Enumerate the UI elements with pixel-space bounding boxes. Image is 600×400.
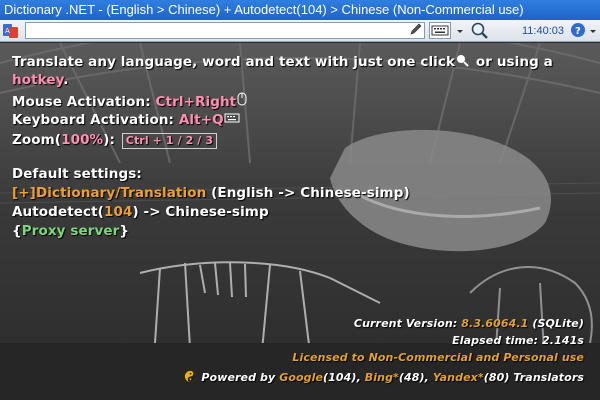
hotkey-link[interactable]: hotkey xyxy=(12,72,63,88)
proxy-line: {Proxy server} xyxy=(12,223,129,239)
autodetect-prefix: Autodetect( xyxy=(12,204,104,220)
dictionary-translation-link[interactable]: [+]Dictionary/Translation xyxy=(12,185,206,201)
translation-panel: Translate any language, word and text wi… xyxy=(0,43,600,400)
autodetect-count[interactable]: 104 xyxy=(104,204,132,220)
help-menu-chevron-down-icon[interactable] xyxy=(588,23,598,39)
clock-display: 11:40:03 xyxy=(522,25,565,37)
title-bar: Dictionary .NET - (English > Chinese) + … xyxy=(0,0,600,20)
mouse-icon xyxy=(237,92,247,106)
intro-line-1: Translate any language, word and text wi… xyxy=(12,53,553,70)
mouse-activation-value[interactable]: Ctrl+Right xyxy=(156,94,237,110)
proxy-brace-open: { xyxy=(12,223,22,239)
magnifier-cursor-icon xyxy=(457,55,469,67)
or-using-text: or using a xyxy=(475,54,553,70)
default-settings-text: Default settings: xyxy=(12,166,142,182)
keyboard-small-icon xyxy=(224,113,240,123)
powered-by-line: Powered by Google(104), Bing*(48), Yande… xyxy=(184,370,584,384)
search-input[interactable] xyxy=(28,23,408,38)
keyboard-activation-value[interactable]: Alt+Q xyxy=(179,112,224,128)
bing-count: (48), xyxy=(398,371,429,384)
yinyang-icon xyxy=(185,370,197,383)
intro-text: Translate any language, word and text wi… xyxy=(12,54,456,70)
keyboard-icon xyxy=(431,25,449,36)
dictionary-line: [+]Dictionary/Translation (English -> Ch… xyxy=(12,185,410,201)
default-settings-heading: Default settings: xyxy=(12,166,142,182)
toolbar: A 11:40:03 ? xyxy=(0,20,600,42)
mouse-activation-label: Mouse Activation: xyxy=(12,94,151,110)
version-db: (SQLite) xyxy=(532,317,584,330)
autodetect-suffix: ) -> Chinese-simp xyxy=(132,204,269,220)
version-line: Current Version: 8.3.6064.1 (SQLite) xyxy=(354,317,584,330)
intro-line-2: hotkey. xyxy=(12,72,69,88)
elapsed-time: Elapsed time: 2.141s xyxy=(452,334,584,347)
info-text: Translate any language, word and text wi… xyxy=(0,43,600,400)
svg-text:A: A xyxy=(5,27,10,35)
proxy-server-link[interactable]: Proxy server xyxy=(22,223,120,239)
powered-by-label: Powered by xyxy=(201,371,276,384)
google-link[interactable]: Google xyxy=(279,371,323,384)
zoom-keys-badge: Ctrl + 1 / 2 / 3 xyxy=(121,133,218,149)
search-field[interactable] xyxy=(25,22,425,39)
version-label: Current Version: xyxy=(353,317,458,330)
keyboard-activation-label: Keyboard Activation: xyxy=(12,112,175,128)
yandex-count: (80) xyxy=(483,371,510,384)
bing-link[interactable]: Bing* xyxy=(365,371,399,384)
license-text: Licensed to Non-Commercial and Personal … xyxy=(292,351,584,364)
magnifier-icon[interactable] xyxy=(470,21,490,41)
translators-label: Translators xyxy=(513,371,584,384)
window-title: Dictionary .NET - (English > Chinese) + … xyxy=(4,2,524,17)
zoom-value[interactable]: 100% xyxy=(61,132,103,148)
svg-text:?: ? xyxy=(575,26,581,37)
license-line: Licensed to Non-Commercial and Personal … xyxy=(292,351,584,364)
pencil-icon[interactable] xyxy=(408,21,424,37)
mouse-activation-line: Mouse Activation: Ctrl+Right xyxy=(12,92,248,110)
language-pair-text: (English -> Chinese-simp) xyxy=(211,185,410,201)
autodetect-line: Autodetect(104) -> Chinese-simp xyxy=(12,204,269,220)
app-window: Dictionary .NET - (English > Chinese) + … xyxy=(0,0,600,400)
version-value: 8.3.6064.1 xyxy=(461,317,529,330)
period-text: . xyxy=(63,72,69,88)
zoom-close: ): xyxy=(103,132,115,148)
yandex-link[interactable]: Yandex* xyxy=(433,371,484,384)
dictionary-app-icon[interactable]: A xyxy=(2,22,20,40)
zoom-line: Zoom(100%): Ctrl + 1 / 2 / 3 xyxy=(12,132,218,149)
proxy-brace-close: } xyxy=(119,223,130,239)
google-count: (104), xyxy=(323,371,361,384)
keyboard-button[interactable] xyxy=(429,22,451,39)
zoom-label: Zoom( xyxy=(12,132,62,148)
help-icon[interactable]: ? xyxy=(570,22,586,38)
keyboard-activation-line: Keyboard Activation: Alt+Q xyxy=(12,112,240,128)
chevron-down-icon[interactable] xyxy=(454,23,466,39)
elapsed-time-line: Elapsed time: 2.141s xyxy=(452,334,584,347)
